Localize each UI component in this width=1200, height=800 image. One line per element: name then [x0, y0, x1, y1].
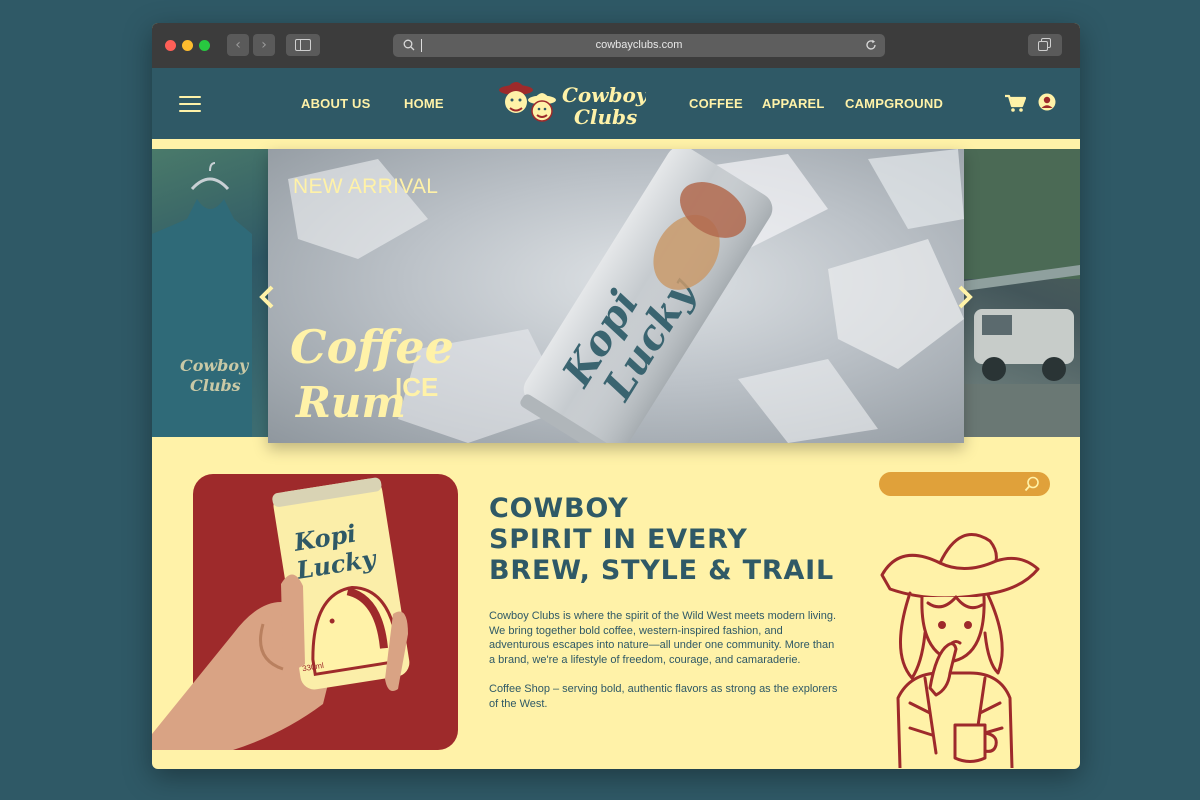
maximize-window-button[interactable]	[199, 40, 210, 51]
svg-text:Clubs: Clubs	[574, 105, 637, 129]
svg-text:Cowboy: Cowboy	[180, 356, 250, 375]
hand-holding-can-image: Kopi Lucky 330ml	[152, 477, 410, 750]
headline-line: SPIRIT IN EVERY	[489, 524, 748, 555]
hero-slide: NEW ARRIVAL Kopi Lucky Coffee Rum ICE	[268, 149, 964, 443]
coffee-rum-can: Kopi Lucky	[520, 149, 773, 443]
menu-icon[interactable]	[179, 96, 201, 112]
about-copy: Cowboy Clubs is where the spirit of the …	[489, 609, 839, 726]
cart-icon[interactable]	[1004, 94, 1026, 112]
search-input[interactable]	[879, 472, 1050, 496]
sidebar-icon	[295, 39, 311, 51]
coffee-rum-title: Coffee Rum	[290, 320, 454, 427]
carousel-next-slide[interactable]	[964, 149, 1080, 437]
browser-window: ‹ › cowbayclubs.com ABOUT US HOME Cowboy…	[152, 23, 1080, 769]
new-arrival-label: NEW ARRIVAL	[293, 175, 439, 198]
svg-text:Coffee: Coffee	[290, 320, 454, 374]
svg-text:Cowboy: Cowboy	[562, 83, 646, 107]
browser-toolbar: ‹ › cowbayclubs.com	[152, 23, 1080, 69]
hero-top-strip	[152, 139, 1080, 149]
about-paragraph: Cowboy Clubs is where the spirit of the …	[489, 610, 837, 666]
back-button[interactable]: ‹	[227, 34, 249, 56]
carousel-prev-slide[interactable]: Cowboy Clubs	[152, 149, 268, 437]
headline-line: BREW, STYLE & TRAIL	[489, 555, 835, 586]
url-text: cowbayclubs.com	[595, 39, 683, 51]
svg-text:Clubs: Clubs	[190, 376, 241, 395]
minimize-window-button[interactable]	[182, 40, 193, 51]
coffee-shop-paragraph: Coffee Shop – serving bold, authentic fl…	[489, 683, 838, 710]
ice-label: ICE	[395, 372, 439, 402]
tabs-icon	[1038, 38, 1051, 51]
nav-apparel[interactable]: APPAREL	[762, 96, 825, 111]
svg-text:Rum: Rum	[295, 378, 406, 427]
nav-about-us[interactable]: ABOUT US	[301, 96, 371, 111]
user-icon[interactable]	[1038, 93, 1056, 111]
forward-button[interactable]: ›	[253, 34, 275, 56]
campground-image	[964, 149, 1080, 437]
close-window-button[interactable]	[165, 40, 176, 51]
headline-line: COWBOY	[489, 493, 629, 524]
address-bar[interactable]: cowbayclubs.com	[393, 34, 885, 57]
chevron-left-icon[interactable]	[258, 285, 276, 309]
sidebar-toggle-button[interactable]	[286, 34, 320, 56]
search-icon[interactable]	[1024, 476, 1040, 492]
main-headline: COWBOY SPIRIT IN EVERY BREW, STYLE & TRA…	[489, 493, 834, 586]
nav-home[interactable]: HOME	[404, 96, 444, 111]
reload-icon[interactable]	[865, 39, 877, 51]
nav-campground[interactable]: CAMPGROUND	[845, 96, 943, 111]
cowboy-clubs-logo[interactable]: Cowboy Clubs	[496, 76, 646, 132]
product-card: Kopi Lucky 330ml	[152, 474, 458, 750]
cowgirl-illustration	[880, 533, 1040, 768]
tab-overview-button[interactable]	[1028, 34, 1062, 56]
tshirt-image: Cowboy Clubs	[152, 162, 252, 437]
site-header: ABOUT US HOME Cowboy Clubs COFFEE APPARE…	[152, 68, 1080, 139]
nav-coffee[interactable]: COFFEE	[689, 96, 743, 111]
chevron-right-icon[interactable]	[956, 285, 974, 309]
